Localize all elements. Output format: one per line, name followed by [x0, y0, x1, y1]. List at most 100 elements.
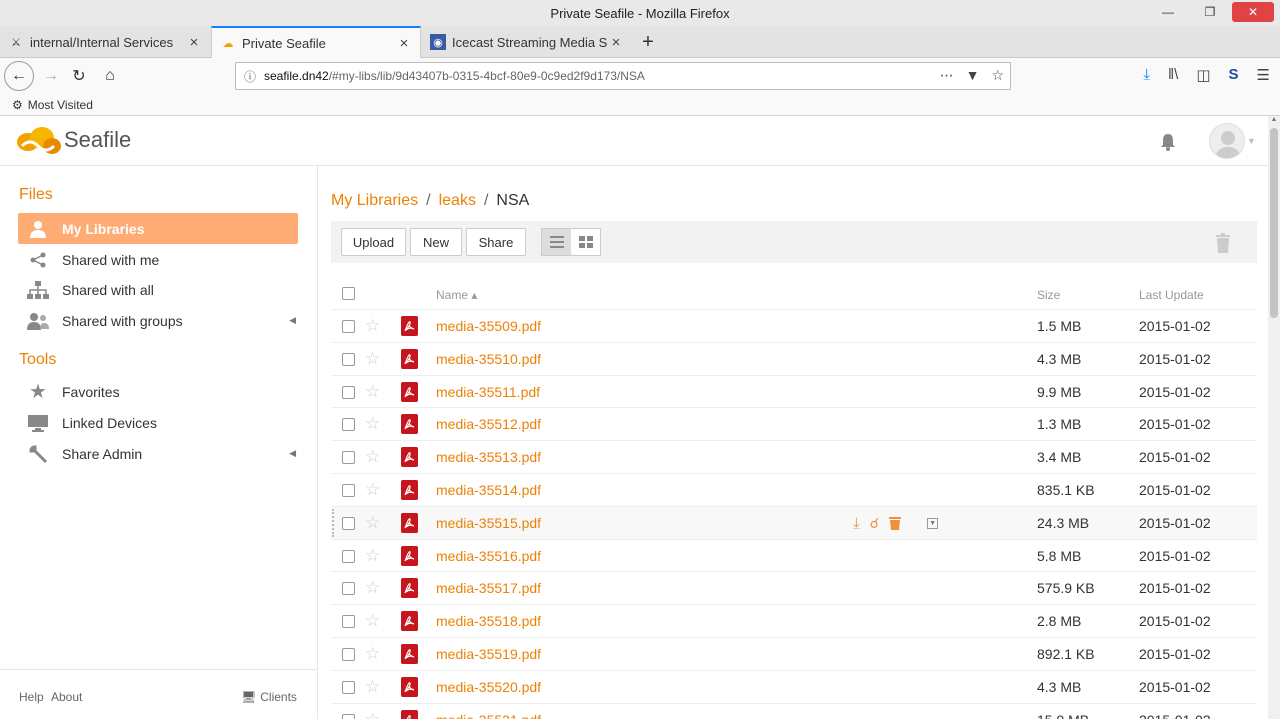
star-outline-icon[interactable]: ☆ [365, 414, 380, 434]
trash-icon[interactable] [1215, 233, 1231, 253]
file-name-link[interactable]: media-35520.pdf [436, 679, 541, 695]
table-row[interactable]: ☆ media-35514.pdf 835.1 KB 2015-01-02 [331, 474, 1257, 507]
home-icon[interactable]: ⌂ [95, 61, 125, 91]
user-avatar[interactable] [1209, 123, 1245, 159]
bookmark-star-icon[interactable]: ☆ [991, 67, 1004, 84]
notification-bell-icon[interactable] [1158, 132, 1178, 152]
share-icon[interactable]: ☌ [870, 515, 879, 532]
table-row[interactable]: ☆ media-35517.pdf 575.9 KB 2015-01-02 [331, 572, 1257, 606]
bookmark-most-visited[interactable]: Most Visited [28, 98, 93, 112]
help-link[interactable]: Help [19, 690, 44, 704]
new-tab-icon[interactable]: + [636, 26, 660, 58]
reload-icon[interactable]: ↻ [64, 61, 94, 91]
table-row[interactable]: ☆ media-35512.pdf 1.3 MB 2015-01-02 [331, 408, 1257, 442]
sidebar-item-shared-with-all[interactable]: Shared with all [18, 274, 298, 305]
select-all-checkbox[interactable] [342, 287, 355, 300]
tab-close-icon[interactable]: × [608, 34, 624, 51]
table-row[interactable]: ☆ media-35510.pdf 4.3 MB 2015-01-02 [331, 343, 1257, 376]
new-button[interactable]: New [410, 228, 462, 256]
star-outline-icon[interactable]: ☆ [365, 578, 380, 598]
file-name-link[interactable]: media-35510.pdf [436, 351, 541, 367]
drag-handle[interactable] [332, 508, 336, 537]
scroll-thumb[interactable] [1270, 128, 1278, 318]
sidebar-item-favorites[interactable]: ★ Favorites [18, 376, 298, 407]
tab-close-icon[interactable]: × [186, 34, 202, 51]
table-row[interactable]: ⤓ ☌ ▼ ☆ media-35515.pdf 24.3 MB 2015-01-02 [331, 506, 1257, 540]
url-bar[interactable]: ⓘ seafile.dn42 /#my-libs/lib/9d43407b-03… [235, 62, 1011, 90]
sidebar-item-linked-devices[interactable]: Linked Devices [18, 407, 298, 438]
delete-icon[interactable] [889, 516, 902, 531]
row-checkbox[interactable] [342, 385, 355, 399]
menu-hamburger-icon[interactable]: ☰ [1257, 66, 1270, 84]
grid-view-icon[interactable] [571, 229, 600, 255]
file-name-link[interactable]: media-35518.pdf [436, 613, 541, 629]
file-name-link[interactable]: media-35512.pdf [436, 416, 541, 432]
sidebar-item-shared-with-me[interactable]: Shared with me [18, 244, 298, 275]
table-row[interactable]: ☆ media-35518.pdf 2.8 MB 2015-01-02 [331, 605, 1257, 638]
star-outline-icon[interactable]: ☆ [365, 316, 380, 336]
star-outline-icon[interactable]: ☆ [365, 382, 380, 402]
seafile-logo[interactable]: Seafile [14, 124, 131, 156]
avatar-caret-icon[interactable]: ▼ [1247, 136, 1256, 146]
row-checkbox[interactable] [342, 647, 355, 661]
row-checkbox[interactable] [342, 582, 355, 596]
share-button[interactable]: Share [466, 228, 526, 256]
row-checkbox[interactable] [342, 680, 355, 694]
page-scrollbar[interactable]: ▲ [1268, 116, 1280, 719]
sidebar-toggle-icon[interactable]: ◫ [1196, 66, 1210, 84]
tab-icecast[interactable]: ◉ Icecast Streaming Media Ser × [422, 26, 632, 58]
star-outline-icon[interactable]: ☆ [365, 349, 380, 369]
library-icon[interactable]: ‖\ [1168, 66, 1178, 84]
back-button[interactable]: ← [4, 61, 34, 91]
file-name-link[interactable]: media-35519.pdf [436, 646, 541, 662]
expand-caret-icon[interactable]: ◀ [289, 315, 296, 326]
table-row[interactable]: ☆ media-35511.pdf 9.9 MB 2015-01-02 [331, 376, 1257, 409]
row-checkbox[interactable] [342, 549, 355, 563]
table-row[interactable]: ☆ media-35509.pdf 1.5 MB 2015-01-02 [331, 310, 1257, 343]
star-outline-icon[interactable]: ☆ [365, 447, 380, 467]
list-view-icon[interactable] [542, 229, 571, 255]
file-name-link[interactable]: media-35516.pdf [436, 548, 541, 564]
column-header-name[interactable]: Name ▴ [436, 288, 477, 302]
table-row[interactable]: ☆ media-35516.pdf 5.8 MB 2015-01-02 [331, 540, 1257, 573]
row-checkbox[interactable] [342, 483, 355, 497]
row-checkbox[interactable] [342, 713, 355, 719]
table-row[interactable]: ☆ media-35521.pdf 15.9 MB 2015-01-02 [331, 704, 1257, 719]
row-checkbox[interactable] [342, 516, 355, 530]
row-checkbox[interactable] [342, 352, 355, 366]
minimize-icon[interactable]: — [1148, 2, 1188, 22]
file-name-link[interactable]: media-35514.pdf [436, 482, 541, 498]
downloads-icon[interactable]: ⤓ [1143, 66, 1150, 84]
column-header-size[interactable]: Size [1037, 288, 1060, 302]
extension-s-icon[interactable]: S [1229, 66, 1239, 84]
about-link[interactable]: About [51, 690, 82, 704]
expand-caret-icon[interactable]: ◀ [289, 448, 296, 459]
maximize-icon[interactable]: ❐ [1190, 2, 1230, 22]
tab-close-icon[interactable]: × [396, 35, 412, 52]
close-window-icon[interactable]: ✕ [1232, 2, 1274, 22]
sidebar-item-share-admin[interactable]: Share Admin ◀ [18, 438, 298, 469]
row-checkbox[interactable] [342, 615, 355, 629]
scroll-up-icon[interactable]: ▲ [1268, 116, 1280, 126]
breadcrumb-my-libraries[interactable]: My Libraries [331, 192, 418, 210]
star-outline-icon[interactable]: ☆ [365, 513, 380, 533]
site-info-icon[interactable]: ⓘ [236, 68, 264, 85]
file-name-link[interactable]: media-35517.pdf [436, 580, 541, 596]
table-row[interactable]: ☆ media-35520.pdf 4.3 MB 2015-01-02 [331, 671, 1257, 704]
sidebar-item-my-libraries[interactable]: My Libraries [18, 213, 298, 244]
file-name-link[interactable]: media-35515.pdf [436, 515, 541, 531]
download-icon[interactable]: ⤓ [853, 515, 860, 532]
tab-private-seafile[interactable]: ☁ Private Seafile × [211, 26, 421, 59]
column-header-date[interactable]: Last Update [1139, 288, 1204, 302]
star-outline-icon[interactable]: ☆ [365, 611, 380, 631]
breadcrumb-library[interactable]: leaks [439, 192, 476, 210]
star-outline-icon[interactable]: ☆ [365, 710, 380, 719]
sidebar-item-shared-with-groups[interactable]: Shared with groups ◀ [18, 305, 298, 336]
table-row[interactable]: ☆ media-35513.pdf 3.4 MB 2015-01-02 [331, 441, 1257, 474]
clients-link[interactable]: 🖥 Clients [241, 690, 297, 704]
tab-internal-services[interactable]: ⚔ internal/Internal Services × [0, 26, 210, 58]
table-row[interactable]: ☆ media-35519.pdf 892.1 KB 2015-01-02 [331, 638, 1257, 671]
star-outline-icon[interactable]: ☆ [365, 644, 380, 664]
file-name-link[interactable]: media-35513.pdf [436, 449, 541, 465]
file-name-link[interactable]: media-35521.pdf [436, 712, 541, 719]
